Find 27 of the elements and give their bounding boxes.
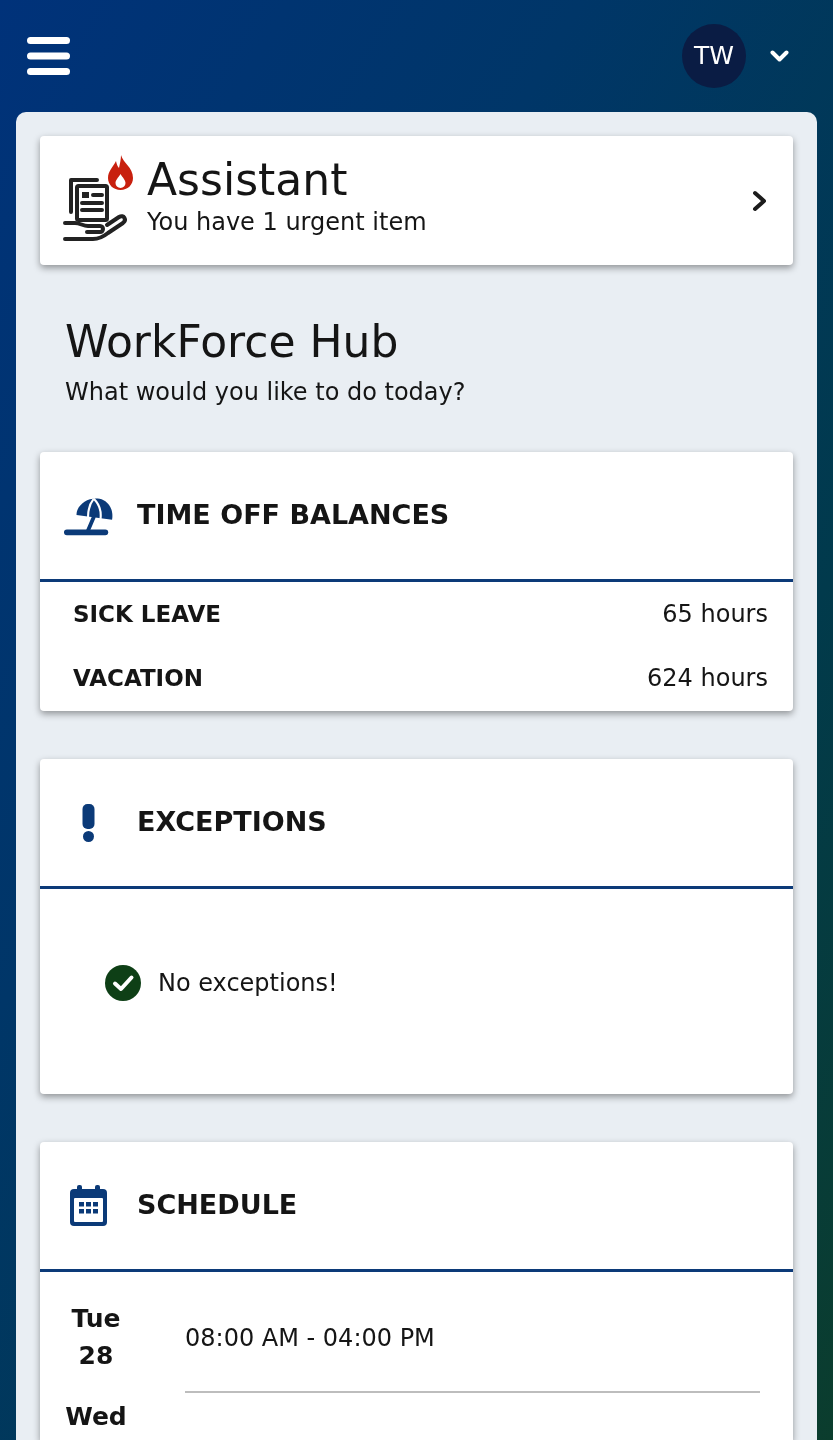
- card-title: EXCEPTIONS: [137, 805, 327, 840]
- menu-icon[interactable]: [27, 37, 70, 75]
- balance-label: VACATION: [73, 663, 203, 693]
- assistant-subtitle: You have 1 urgent item: [147, 207, 427, 238]
- chevron-down-icon[interactable]: [770, 50, 789, 62]
- shift-time: 08:00 AM - 04:00 PM: [185, 1323, 435, 1354]
- user-avatar[interactable]: TW: [682, 24, 746, 88]
- check-circle-icon: [105, 965, 141, 1001]
- status-message: No exceptions!: [158, 968, 338, 999]
- chevron-right-icon[interactable]: [752, 189, 767, 212]
- beach-umbrella-icon: [64, 495, 113, 536]
- day-weekday: Tue: [70, 1303, 122, 1335]
- day-date: 28: [77, 1340, 115, 1372]
- assistant-title: Assistant: [147, 154, 348, 206]
- document-hand-icon: [63, 178, 130, 242]
- balance-label: SICK LEAVE: [73, 599, 221, 629]
- day-weekday: Wed: [64, 1403, 128, 1431]
- exclamation-icon: [82, 803, 95, 842]
- assistant-card[interactable]: Assistant You have 1 urgent item: [40, 136, 793, 265]
- calendar-icon: [70, 1185, 107, 1226]
- card-title: SCHEDULE: [137, 1188, 298, 1223]
- page-subtitle: What would you like to do today?: [65, 377, 466, 408]
- page-title: WorkForce Hub: [65, 316, 399, 368]
- balance-value: 624 hours: [647, 663, 768, 694]
- balance-value: 65 hours: [662, 599, 768, 630]
- flame-icon: [108, 155, 133, 190]
- card-title: TIME OFF BALANCES: [137, 498, 450, 533]
